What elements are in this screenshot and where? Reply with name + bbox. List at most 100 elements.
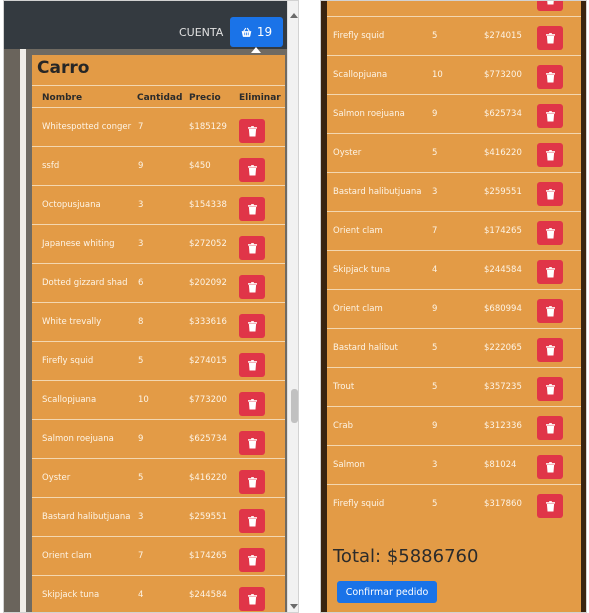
delete-item-button[interactable] [239,431,265,455]
table-row: Octopusjuana 3 $154338 [32,185,285,224]
item-name: White trevally [42,317,102,327]
column-header-name: Nombre [42,93,83,103]
delete-item-button[interactable] [239,314,265,338]
cart-dropdown-caret [251,47,261,53]
table-row: Firefly squid 5 $274015 [327,16,581,55]
scrollbar[interactable] [287,1,298,612]
delete-item-button[interactable] [239,197,265,221]
delete-item-button[interactable] [537,221,563,245]
delete-item-button[interactable] [537,182,563,206]
row-divider [32,341,285,342]
table-row: Skipjack tuna 4 $244584 [327,250,581,289]
trash-icon [545,383,555,394]
item-name: White trevally [333,1,392,2]
item-price: $274015 [189,356,227,366]
delete-item-button[interactable] [537,1,563,11]
delete-item-button[interactable] [239,548,265,572]
item-price: $416220 [189,473,227,483]
item-name: Salmon [333,460,365,470]
item-name: Salmon roejuana [42,434,114,444]
row-divider [327,133,581,134]
item-price: $357235 [484,382,522,392]
delete-item-button[interactable] [239,119,265,143]
delete-item-button[interactable] [239,158,265,182]
item-price: $333616 [189,317,227,327]
trash-icon [545,500,555,511]
item-quantity: 3 [138,239,144,249]
delete-item-button[interactable] [239,275,265,299]
delete-item-button[interactable] [537,65,563,89]
row-divider [327,367,581,368]
table-row: Salmon 3 $81024 [327,445,581,484]
item-quantity: 5 [432,343,438,353]
delete-item-button[interactable] [537,260,563,284]
row-divider [327,445,581,446]
navbar: CUENTA 19 [4,1,287,53]
item-price: $174265 [189,551,227,561]
trash-icon [545,71,555,82]
item-quantity: 4 [432,265,438,275]
row-divider [327,406,581,407]
item-quantity: 8 [432,1,437,2]
item-name: Orient clam [333,226,383,236]
delete-item-button[interactable] [537,494,563,518]
item-price: $244584 [484,265,522,275]
table-row: Salmon roejuana 9 $625734 [32,419,285,458]
delete-item-button[interactable] [239,236,265,260]
item-name: Trout [333,382,355,392]
delete-item-button[interactable] [239,392,265,416]
item-price: $333616 [484,1,522,2]
row-divider [32,185,285,186]
table-row: Oyster 5 $416220 [327,133,581,172]
item-name: ssfd [42,161,60,171]
cart-dropdown-scrolled: White trevally 8 $333616 Firefly squid 5 $274… [327,1,581,612]
delete-item-button[interactable] [239,353,265,377]
delete-item-button[interactable] [537,377,563,401]
trash-icon [545,110,555,121]
delete-item-button[interactable] [537,26,563,50]
trash-icon [546,1,554,4]
item-price: $312336 [484,421,522,431]
scrollbar-thumb[interactable] [291,389,298,423]
item-quantity: 10 [138,395,149,405]
table-row: Salmon roejuana 9 $625734 [327,94,581,133]
item-quantity: 5 [432,499,438,509]
row-divider [327,328,581,329]
trash-icon [247,203,257,214]
row-divider [327,16,581,17]
item-price: $202092 [189,278,227,288]
scroll-up-arrow[interactable] [290,13,298,18]
cart-button[interactable]: 19 [230,17,283,47]
delete-item-button[interactable] [537,299,563,323]
item-price: $81024 [484,460,517,470]
item-quantity: 5 [432,31,438,41]
delete-item-button[interactable] [239,509,265,533]
item-name: Oyster [42,473,71,483]
delete-item-button[interactable] [537,143,563,167]
trash-icon [247,476,257,487]
row-divider [327,55,581,56]
row-divider [32,575,285,576]
delete-item-button[interactable] [537,338,563,362]
scroll-down-arrow[interactable] [290,604,298,609]
item-name: Firefly squid [333,499,385,509]
column-header-remove: Eliminar [239,93,281,103]
page-background [4,49,26,612]
trash-icon [545,266,555,277]
delete-item-button[interactable] [537,416,563,440]
item-price: $773200 [484,70,522,80]
column-header-price: Precio [189,93,221,103]
delete-item-button[interactable] [537,455,563,479]
row-divider [32,224,285,225]
table-row: Scallopjuana 10 $773200 [32,380,285,419]
item-name: Skipjack tuna [42,590,100,600]
delete-item-button[interactable] [239,587,265,611]
table-row: Oyster 5 $416220 [32,458,285,497]
cart-count-badge: 19 [256,25,273,39]
delete-item-button[interactable] [537,104,563,128]
item-price: $625734 [484,109,522,119]
confirm-order-button[interactable]: Confirmar pedido [337,581,437,603]
account-link[interactable]: CUENTA [179,26,223,39]
delete-item-button[interactable] [239,470,265,494]
table-row: ssfd 9 $450 [32,146,285,185]
